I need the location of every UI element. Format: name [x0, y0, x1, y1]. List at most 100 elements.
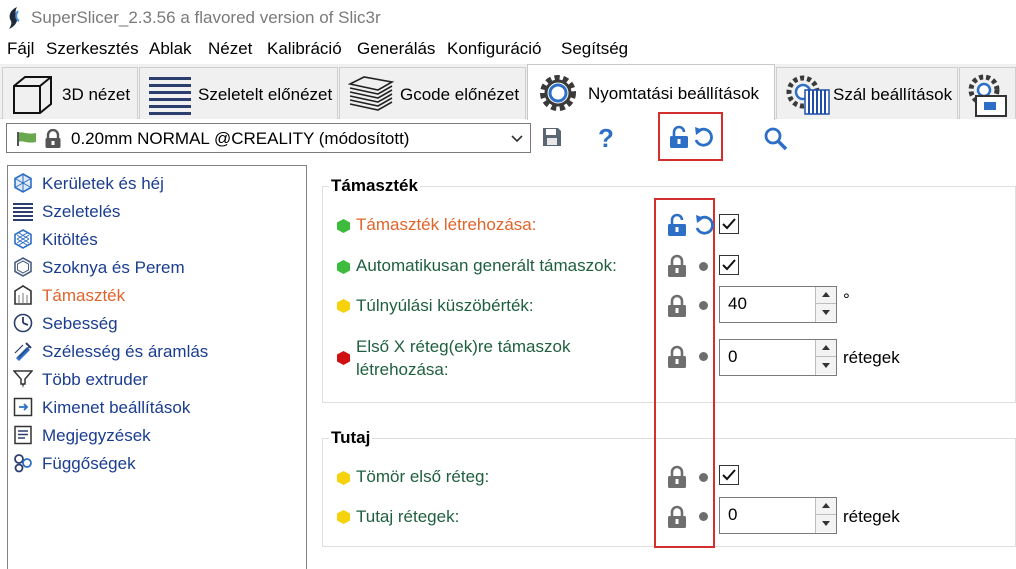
menu-edit[interactable]: Szerkesztés	[46, 39, 139, 59]
lock-icon[interactable]	[667, 345, 687, 374]
system-value-dot-icon[interactable]	[699, 473, 708, 482]
menu-configuration[interactable]: Konfiguráció	[447, 39, 542, 59]
spool-gear-icon	[785, 74, 831, 123]
search-icon[interactable]	[763, 126, 789, 157]
lock-icon[interactable]	[667, 294, 687, 323]
help-button[interactable]: ?	[598, 123, 614, 154]
green-flag-icon	[17, 131, 37, 151]
system-value-dot-icon[interactable]	[699, 352, 708, 361]
tab-sliced-preview[interactable]: Szeletelt előnézet	[139, 67, 338, 119]
lock-icon[interactable]	[667, 254, 687, 283]
tab-label: Szeletelt előnézet	[198, 85, 333, 104]
gear-icon	[536, 71, 580, 120]
menu-generate[interactable]: Generálás	[357, 39, 435, 59]
tab-label: Gcode előnézet	[400, 85, 520, 104]
tab-3d-view[interactable]: 3D nézet	[2, 67, 138, 119]
option-row-raft-layers: Tutaj rétegek: 0 rétegek	[0, 497, 900, 535]
option-row-overhang-threshold: Túlnyúlási küszöbérték: 40 °	[0, 286, 850, 324]
system-value-dot-icon[interactable]	[699, 262, 708, 271]
advanced-mode-icon	[337, 509, 350, 529]
simple-mode-icon	[337, 259, 350, 279]
output-icon	[13, 397, 33, 422]
spinner-value: 0	[728, 505, 738, 524]
group-title-raft: Tutaj	[329, 428, 373, 448]
tab-filament-settings[interactable]: Szál beállítások	[776, 67, 958, 119]
unit-label: rétegek	[843, 348, 900, 367]
option-label: Tutaj rétegek:	[356, 507, 460, 526]
spin-up-button[interactable]	[816, 498, 836, 515]
spinner-buttons	[815, 498, 836, 533]
sidebar-item-label: Kimenet beállítások	[42, 398, 191, 417]
system-value-dot-icon[interactable]	[699, 301, 708, 310]
unit-label: °	[843, 290, 850, 309]
chevron-down-icon[interactable]	[510, 131, 524, 151]
layers-icon	[148, 74, 192, 121]
simple-mode-icon	[337, 218, 350, 238]
solid-first-layer-checkbox[interactable]	[719, 465, 739, 485]
lock-icon[interactable]	[667, 505, 687, 534]
support-auto-checkbox[interactable]	[719, 255, 739, 275]
sidebar-item-output-options[interactable]: Kimenet beállítások	[13, 394, 303, 420]
menu-window[interactable]: Ablak	[149, 39, 192, 59]
overhang-threshold-spinner[interactable]: 40	[719, 286, 837, 323]
spin-down-button[interactable]	[816, 357, 836, 374]
option-label: Túlnyúlási küszöbérték:	[356, 296, 534, 315]
shell-icon	[13, 173, 33, 198]
menu-calibration[interactable]: Kalibráció	[267, 39, 342, 59]
support-first-layers-spinner[interactable]: 0	[719, 339, 837, 376]
group-title-support: Támaszték	[329, 176, 420, 196]
cube-icon	[11, 74, 55, 121]
sidebar-item-notes[interactable]: Megjegyzések	[13, 422, 303, 448]
unit-label: rétegek	[843, 507, 900, 526]
sidebar-item-perimeters[interactable]: Kerületek és héj	[13, 170, 303, 196]
tab-label: 3D nézet	[62, 85, 131, 104]
menu-file[interactable]: Fájl	[7, 39, 34, 59]
undo-arrow-icon[interactable]	[693, 212, 715, 243]
spinner-value: 40	[728, 294, 747, 313]
tab-print-settings[interactable]: Nyomtatási beállítások	[527, 64, 775, 120]
option-label: Támaszték létrehozása:	[356, 215, 537, 234]
sidebar-item-label: Megjegyzések	[42, 426, 151, 445]
notes-icon	[13, 425, 33, 450]
unlock-icon[interactable]	[667, 213, 687, 242]
spinner-buttons	[815, 287, 836, 322]
title-bar: SuperSlicer_2.3.56 a flavored version of…	[0, 0, 1016, 36]
stack-icon	[347, 74, 395, 121]
preset-name: 0.20mm NORMAL @CREALITY (módosított)	[71, 129, 410, 148]
window-title: SuperSlicer_2.3.56 a flavored version of…	[31, 8, 381, 27]
menu-help[interactable]: Segítség	[561, 39, 628, 59]
option-label: Automatikusan generált támaszok:	[356, 256, 617, 275]
option-row-raft-solid-first-layer: Tömör első réteg:	[0, 464, 739, 490]
superslicer-logo-icon	[6, 6, 24, 35]
spin-up-button[interactable]	[816, 287, 836, 304]
advanced-mode-icon	[337, 298, 350, 318]
spin-up-button[interactable]	[816, 340, 836, 357]
lock-icon	[44, 128, 62, 154]
expert-mode-icon	[337, 350, 350, 370]
option-row-support-material: Támaszték létrehozása:	[0, 212, 739, 238]
preset-combobox[interactable]: 0.20mm NORMAL @CREALITY (módosított)	[6, 123, 531, 153]
spinner-value: 0	[728, 347, 738, 366]
tab-printer-settings[interactable]	[959, 67, 1016, 119]
printer-gear-icon	[964, 74, 1012, 123]
tab-label: Szál beállítások	[833, 85, 953, 104]
spin-down-button[interactable]	[816, 304, 836, 321]
option-row-support-first-layers: Első X réteg(ek)re támaszok létrehozása:…	[0, 335, 900, 383]
sidebar-item-label: Kerületek és héj	[42, 174, 164, 193]
preset-toolbar: 0.20mm NORMAL @CREALITY (módosított) ?	[0, 112, 1016, 162]
lock-icon[interactable]	[667, 465, 687, 494]
option-label: Első X réteg(ek)re támaszok létrehozása:	[356, 337, 571, 379]
option-row-support-auto: Automatikusan generált támaszok:	[0, 253, 739, 279]
support-material-checkbox[interactable]	[719, 214, 739, 234]
option-label: Tömör első réteg:	[356, 467, 490, 486]
advanced-mode-icon	[337, 470, 350, 490]
tab-gcode-preview[interactable]: Gcode előnézet	[339, 67, 526, 119]
save-icon[interactable]	[541, 126, 563, 153]
tab-label: Nyomtatási beállítások	[588, 84, 760, 103]
spin-down-button[interactable]	[816, 515, 836, 532]
raft-layers-spinner[interactable]: 0	[719, 497, 837, 534]
unlock-icon[interactable]	[669, 125, 689, 154]
undo-arrow-icon[interactable]	[692, 124, 714, 155]
system-value-dot-icon[interactable]	[699, 512, 708, 521]
menu-view[interactable]: Nézet	[208, 39, 252, 59]
